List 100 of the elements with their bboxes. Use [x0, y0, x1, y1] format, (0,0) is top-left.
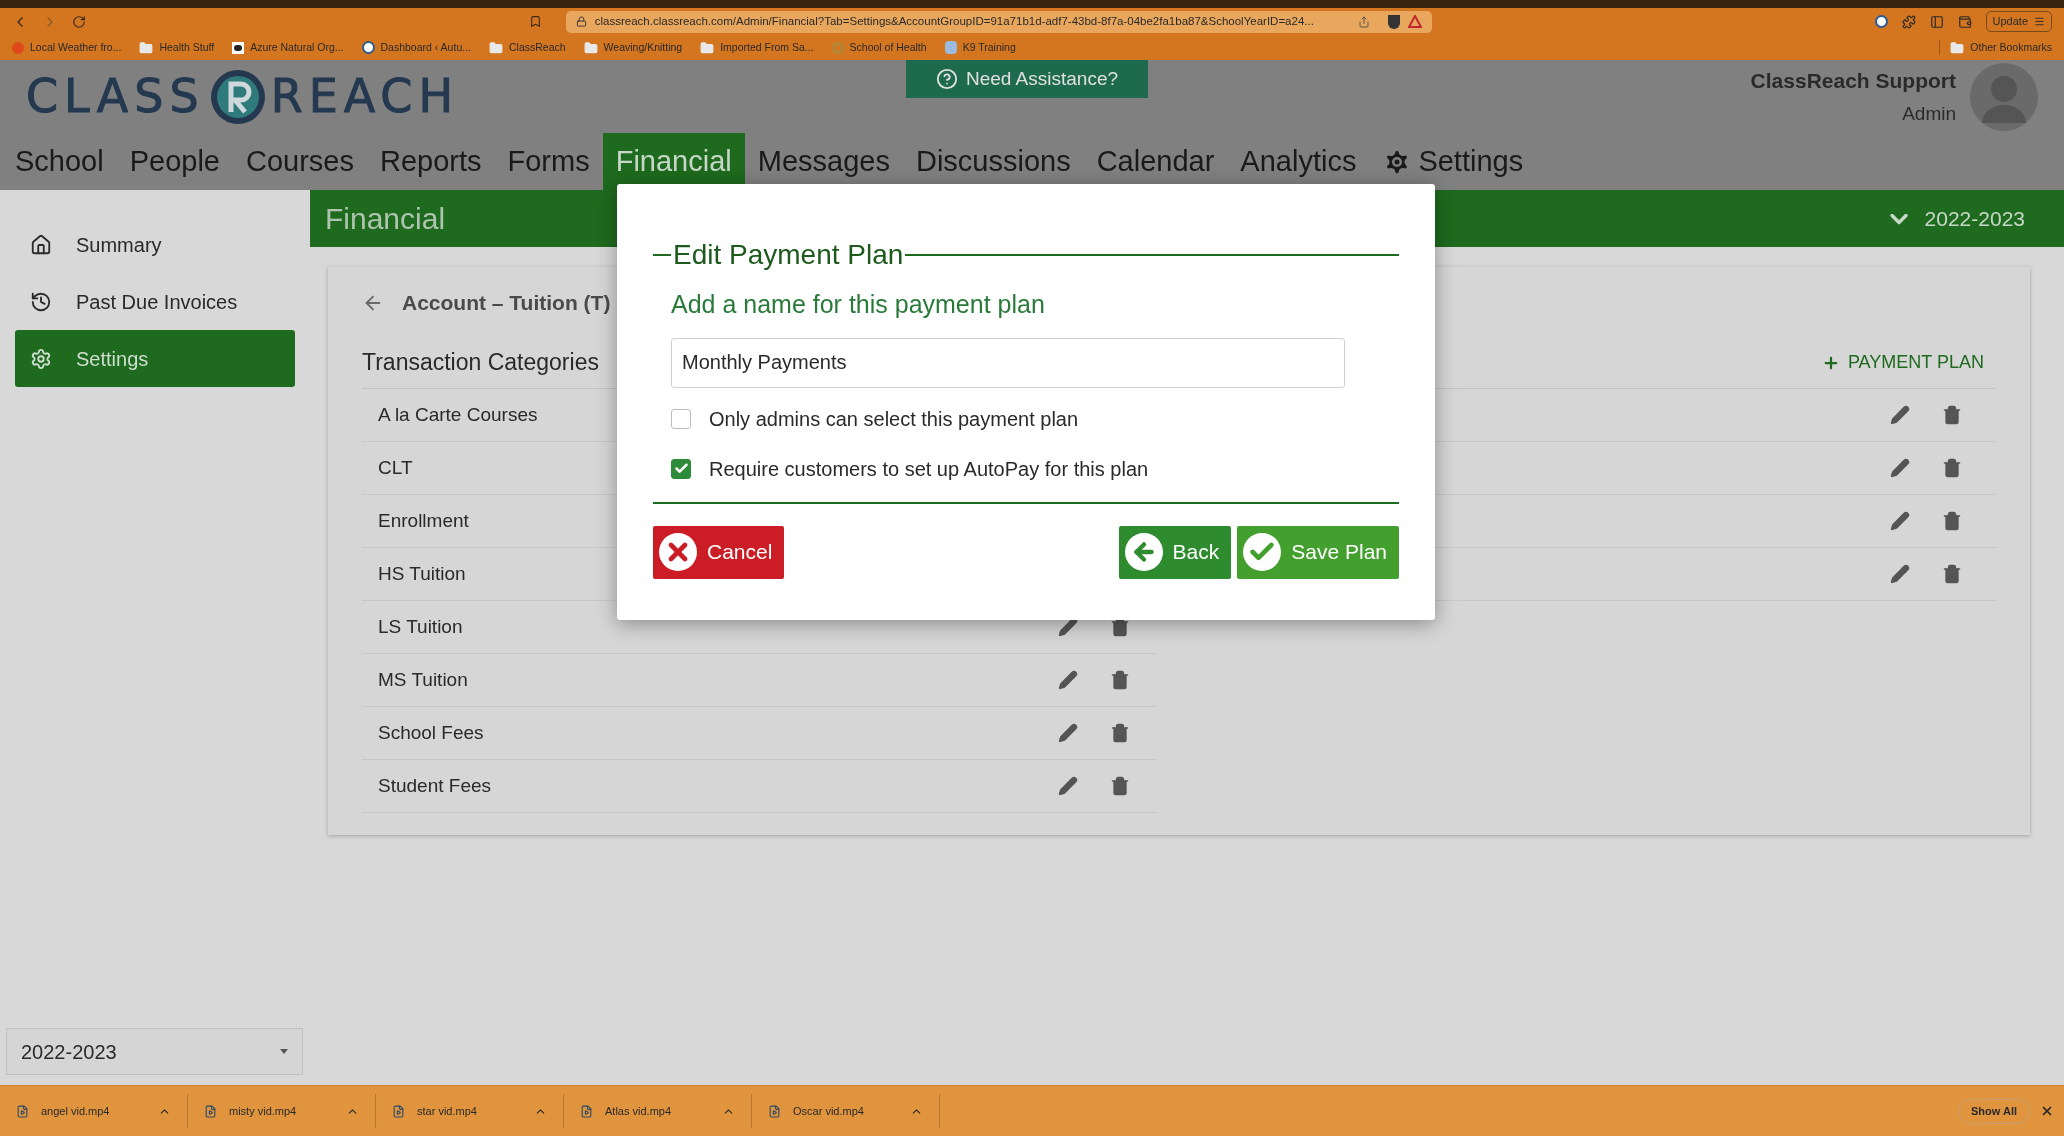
cancel-button[interactable]: Cancel: [653, 525, 785, 579]
edit-icon[interactable]: [1890, 405, 1910, 425]
close-icon[interactable]: [2040, 1104, 2054, 1118]
extensions-icon[interactable]: [1901, 14, 1916, 29]
nav-tab[interactable]: Analytics: [1227, 133, 1370, 190]
save-plan-button[interactable]: Save Plan: [1237, 525, 1399, 579]
nav-tab[interactable]: Calendar: [1083, 133, 1228, 190]
checkbox[interactable]: [671, 408, 691, 429]
check-icon: [673, 461, 689, 476]
share-icon[interactable]: [1357, 15, 1370, 28]
section-heading: Transaction Categories: [362, 348, 599, 378]
file-icon: [580, 1104, 593, 1118]
folder-icon: [700, 40, 715, 55]
plan-name-field[interactable]: Monthly Payments: [671, 337, 1345, 388]
delete-icon[interactable]: [1942, 458, 1962, 478]
address-bar[interactable]: classreach.classreach.com/Admin/Financial?Tab=Settings&AccountGroupID=91a71b1d-adf7-43bd-8f7a-04be2fa1ba87&SchoolYearID=a24...: [565, 10, 1432, 33]
logo-text: REACH: [270, 68, 460, 125]
sidebar-icon[interactable]: [1929, 14, 1944, 29]
folder-icon: [489, 40, 503, 55]
folder-icon: [583, 40, 598, 55]
delete-icon[interactable]: [1942, 511, 1962, 531]
shield-icon[interactable]: [1387, 14, 1400, 29]
delete-icon[interactable]: [1110, 670, 1130, 690]
reload-icon[interactable]: [72, 14, 86, 29]
nav-tab[interactable]: Financial: [602, 133, 745, 190]
back-button[interactable]: Back: [1118, 525, 1232, 579]
lock-icon: [575, 16, 587, 27]
delete-icon[interactable]: [1942, 564, 1962, 584]
year-select[interactable]: 2022-2023: [6, 1028, 303, 1075]
bird-icon: [232, 41, 245, 54]
bookmark-link[interactable]: K9 Training: [962, 39, 1016, 56]
category-name: LS Tuition: [378, 614, 463, 639]
checkbox-label: Only admins can select this payment plan: [709, 406, 1079, 432]
download-item[interactable]: misty vid.mp4: [188, 1094, 376, 1128]
help-icon: [935, 68, 958, 90]
checkbox[interactable]: [671, 458, 691, 479]
download-item[interactable]: Oscar vid.mp4: [752, 1094, 940, 1128]
bookmark-link[interactable]: Other Bookmarks: [1970, 39, 2052, 56]
file-icon: [768, 1104, 781, 1118]
category-name: Enrollment: [378, 508, 469, 533]
triangle-icon[interactable]: [1407, 15, 1422, 28]
edit-icon[interactable]: [1058, 723, 1078, 743]
nav-tab[interactable]: Courses: [233, 133, 367, 190]
logo-icon: [208, 67, 267, 126]
nav-tab[interactable]: School: [2, 133, 117, 190]
bookmark-link[interactable]: ClassReach: [509, 39, 566, 56]
category-name: CLT: [378, 455, 413, 480]
edit-icon[interactable]: [1890, 458, 1910, 478]
nav-tab[interactable]: People: [116, 133, 233, 190]
category-name: School Fees: [378, 720, 484, 745]
file-icon: [16, 1104, 29, 1118]
category-name: HS Tuition: [378, 561, 466, 586]
caret-icon: [280, 1049, 288, 1054]
delete-icon[interactable]: [1110, 723, 1130, 743]
history-icon: [30, 290, 52, 313]
delete-icon[interactable]: [1110, 776, 1130, 796]
url-text: classreach.classreach.com/Admin/Financial?Tab=Settings&AccountGroupID=91a71b1d-adf7-43bd-8f7a-04be2fa1ba87&SchoolYearID=a24...: [594, 13, 1315, 29]
edit-icon[interactable]: [1058, 617, 1078, 637]
bookmark-link[interactable]: Health Stuff: [159, 39, 215, 56]
delete-icon[interactable]: [1942, 405, 1962, 425]
bookmark-link[interactable]: Azure Natural Org...: [250, 39, 344, 56]
user-role: Admin: [1902, 102, 1956, 126]
home-icon: [30, 233, 52, 256]
edit-icon[interactable]: [1890, 511, 1910, 531]
bookmark-link[interactable]: Weaving/Knitting: [603, 39, 683, 56]
nav-tab[interactable]: Reports: [367, 133, 495, 190]
bookmark-link[interactable]: Imported From Sa...: [720, 39, 814, 56]
file-icon: [392, 1104, 405, 1118]
sidebar-item[interactable]: Settings: [15, 330, 295, 387]
bookmark-link[interactable]: School of Health: [849, 39, 927, 56]
category-name: MS Tuition: [378, 667, 468, 692]
edit-icon[interactable]: [1058, 776, 1078, 796]
download-item[interactable]: Atlas vid.mp4: [564, 1094, 752, 1128]
folder-icon: [1950, 40, 1965, 55]
download-item[interactable]: star vid.mp4: [376, 1094, 564, 1128]
nav-tab[interactable]: Messages: [744, 133, 903, 190]
checkbox-label: Require customers to set up AutoPay for this plan: [709, 456, 1149, 482]
bookmark-link[interactable]: Local Weather fro...: [30, 39, 122, 56]
section-title: Financial: [325, 201, 446, 237]
folder-icon: [139, 40, 154, 55]
nav-tab[interactable]: Discussions: [902, 133, 1084, 190]
bookmark-link[interactable]: Dashboard ‹ Autu...: [380, 39, 471, 56]
help-button[interactable]: Need Assistance?: [906, 60, 1148, 98]
edit-icon[interactable]: [1890, 564, 1910, 584]
password-icon[interactable]: [1874, 15, 1888, 28]
update-button[interactable]: Update: [1985, 11, 2052, 32]
nav-tab[interactable]: Forms: [494, 133, 603, 190]
dialog-title: Edit Payment Plan: [672, 238, 905, 272]
wallet-icon[interactable]: [1957, 14, 1972, 29]
bookmark-icon[interactable]: [528, 15, 542, 28]
user-name: ClassReach Support: [1750, 67, 1956, 94]
category-name: Student Fees: [378, 773, 492, 798]
sidebar-item[interactable]: Summary: [15, 216, 295, 273]
globe-icon: [361, 41, 375, 54]
edit-icon[interactable]: [1058, 670, 1078, 690]
add-payment-plan-button[interactable]: PAYMENT PLAN: [1821, 349, 1984, 376]
year-label[interactable]: 2022-2023: [1924, 202, 2025, 235]
menu-icon: [2034, 16, 2045, 27]
download-item[interactable]: angel vid.mp4: [0, 1094, 188, 1128]
sidebar-item[interactable]: Past Due Invoices: [15, 273, 295, 330]
